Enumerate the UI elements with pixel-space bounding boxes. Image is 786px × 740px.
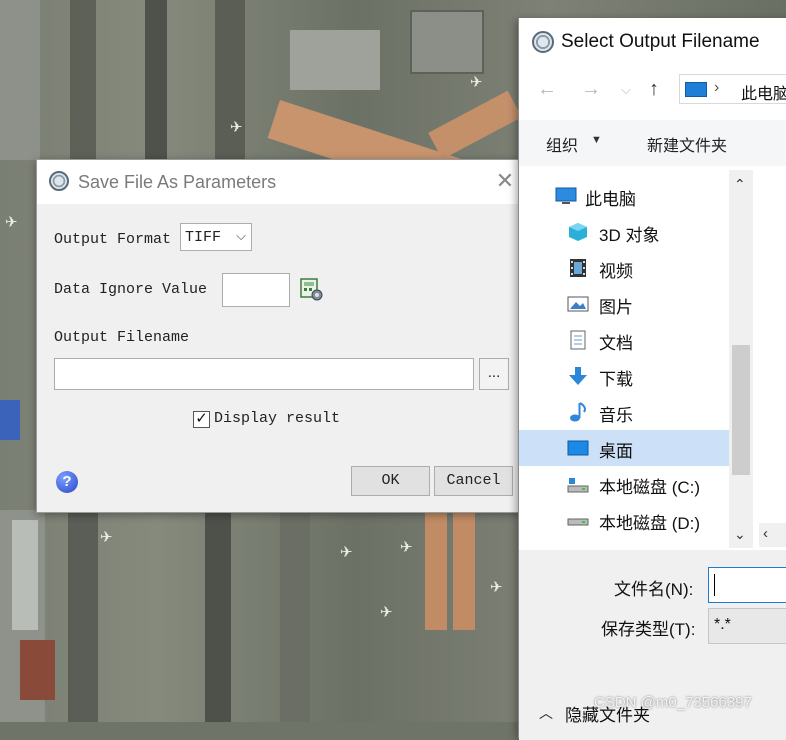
file-dialog-footer: 文件名(N): 保存类型(T): *.* ︿ 隐藏文件夹: [519, 550, 786, 740]
pc-icon: [685, 82, 707, 97]
breadcrumb-separator-icon: ›: [714, 79, 720, 96]
file-dialog-title: Select Output Filename: [561, 31, 760, 52]
tree-item-videos[interactable]: 视频: [519, 250, 751, 286]
caret-down-icon: ▼: [591, 134, 602, 146]
chevron-up-icon[interactable]: ︿: [539, 703, 553, 723]
close-icon[interactable]: ✕: [494, 170, 516, 192]
tree-item-drive-c[interactable]: 本地磁盘 (C:): [519, 466, 751, 502]
data-ignore-input[interactable]: [222, 273, 290, 307]
filetype-select[interactable]: *.*: [708, 608, 786, 644]
video-icon: [570, 259, 586, 277]
help-icon[interactable]: ?: [56, 471, 78, 493]
back-arrow-icon[interactable]: ←: [537, 78, 557, 101]
filetype-label: 保存类型(T):: [601, 620, 696, 639]
tree-item-label: 桌面: [599, 442, 633, 461]
recent-chevron-icon[interactable]: ⌵: [621, 82, 631, 98]
new-folder-button[interactable]: 新建文件夹: [647, 132, 727, 156]
navigation-bar: ← → ⌵ ↑ › 此电脑: [519, 70, 786, 110]
save-dialog-title: Save File As Parameters: [78, 172, 277, 192]
pictures-icon: [567, 296, 589, 312]
watermark: CSDN @m0_73566397: [594, 694, 752, 711]
tree-item-label: 音乐: [599, 406, 633, 425]
tree-item-label: 本地磁盘 (D:): [599, 514, 701, 533]
tree-item-label: 下载: [599, 370, 633, 389]
filename-input[interactable]: [708, 567, 786, 603]
output-format-label: Output Format: [54, 231, 172, 248]
scrollbar-thumb[interactable]: [732, 345, 750, 475]
drive-d-icon: [567, 518, 589, 526]
pc-icon: [555, 187, 577, 204]
tree-item-label: 此电脑: [585, 190, 636, 209]
text-caret: [714, 574, 715, 596]
scroll-left-icon[interactable]: ‹: [763, 525, 768, 542]
tree-item-desktop[interactable]: 桌面: [519, 430, 751, 466]
desktop-icon: [567, 440, 589, 456]
cancel-button[interactable]: Cancel: [434, 466, 513, 496]
tree-item-label: 本地磁盘 (C:): [599, 478, 701, 497]
save-dialog-titlebar[interactable]: Save File As Parameters ✕: [37, 160, 520, 204]
scroll-down-icon[interactable]: ⌄: [734, 526, 746, 543]
app-logo-icon: [532, 31, 554, 53]
tree-item-music[interactable]: 音乐: [519, 394, 751, 430]
up-arrow-icon[interactable]: ↑: [649, 78, 659, 101]
output-filename-label: Output Filename: [54, 329, 190, 346]
file-dialog-toolbar: 组织 ▼ 新建文件夹: [519, 120, 786, 166]
tree-item-3d-objects[interactable]: 3D 对象: [519, 214, 751, 250]
output-format-select[interactable]: TIFF ⌵: [180, 223, 252, 251]
tree-item-documents[interactable]: 文档: [519, 322, 751, 358]
tree-item-label: 图片: [599, 298, 633, 317]
browse-button[interactable]: ...: [479, 358, 509, 390]
tree-item-this-pc[interactable]: 此电脑: [519, 178, 751, 214]
chevron-down-icon: ⌵: [236, 228, 246, 243]
display-result-checkbox[interactable]: ✓: [193, 411, 210, 428]
music-icon: [570, 402, 586, 422]
ok-button[interactable]: OK: [351, 466, 430, 496]
tree-item-pictures[interactable]: 图片: [519, 286, 751, 322]
display-result-label: Display result: [214, 410, 341, 427]
documents-icon: [570, 330, 586, 350]
tree-item-downloads[interactable]: 下载: [519, 358, 751, 394]
data-ignore-label: Data Ignore Value: [54, 281, 208, 298]
download-icon: [569, 367, 587, 385]
address-bar[interactable]: › 此电脑: [679, 74, 786, 104]
app-logo-icon: [49, 171, 69, 191]
organize-button[interactable]: 组织: [546, 132, 578, 156]
scroll-up-icon[interactable]: ⌃: [734, 176, 746, 193]
output-filename-input[interactable]: [54, 358, 474, 390]
forward-arrow-icon[interactable]: →: [581, 78, 601, 101]
tree-item-label: 3D 对象: [599, 226, 660, 245]
address-location: 此电脑: [741, 86, 786, 103]
3d-objects-icon: [569, 223, 587, 241]
drive-c-icon: [567, 478, 589, 493]
content-horizontal-scrollbar[interactable]: ‹: [759, 523, 786, 547]
tree-scrollbar[interactable]: ⌃ ⌄: [729, 170, 753, 548]
filename-label: 文件名(N):: [614, 580, 694, 599]
navigation-tree: 此电脑 3D 对象 视频 图片 文档 下载 音乐 桌面 本地磁盘 (C:) 本地…: [519, 170, 751, 548]
file-picker-dialog: Select Output Filename ← → ⌵ ↑ › 此电脑 组织 …: [518, 18, 786, 740]
tree-item-label: 视频: [599, 262, 633, 281]
tree-item-drive-d[interactable]: 本地磁盘 (D:): [519, 502, 751, 538]
save-file-dialog: Save File As Parameters ✕ Output Format …: [36, 159, 521, 513]
calculator-settings-icon[interactable]: [299, 277, 323, 301]
output-format-value: TIFF: [185, 229, 222, 246]
tree-item-label: 文档: [599, 334, 633, 353]
filetype-value: *.*: [714, 616, 731, 633]
